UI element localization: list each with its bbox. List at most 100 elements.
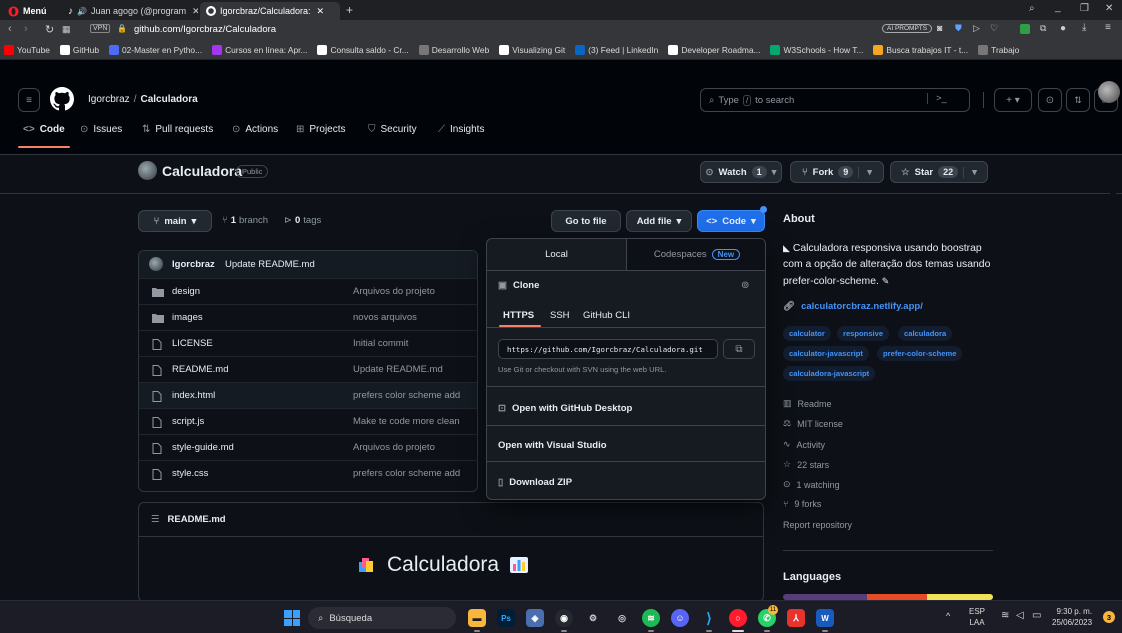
commit-author[interactable]: Igorcbraz: [172, 259, 215, 270]
bookmark-item[interactable]: W3Schools - How T...: [770, 44, 863, 55]
scrollbar-track[interactable]: [1110, 160, 1116, 600]
topic-calculadora-javascript[interactable]: calculadora-javascript: [783, 366, 876, 381]
owner-avatar[interactable]: [138, 161, 157, 180]
pull-requests-icon[interactable]: ⇅: [1066, 88, 1090, 112]
bookmark-item[interactable]: (3) Feed | LinkedIn: [575, 44, 658, 55]
list-icon[interactable]: ☰: [151, 514, 160, 525]
activity-link[interactable]: ∿ Activity: [783, 439, 825, 450]
report-link[interactable]: Report repository: [783, 520, 852, 530]
opera-icon[interactable]: ○: [729, 609, 747, 627]
browser-tab-juan[interactable]: ♪ 🔊 Juan agogo (@program ✕: [62, 2, 198, 20]
clone-url-input[interactable]: https://github.com/Igorcbraz/Calculadora…: [498, 339, 718, 359]
open-visual-studio-item[interactable]: Open with Visual Studio: [498, 440, 607, 451]
user-avatar[interactable]: [1098, 81, 1120, 103]
battery-icon[interactable]: ▭: [1032, 610, 1041, 621]
owner-link[interactable]: Igorcbraz: [88, 94, 130, 105]
tab-security[interactable]: ⛉ Security: [368, 124, 417, 135]
pycharm-icon[interactable]: ◈: [526, 609, 544, 627]
download-icon[interactable]: ⤓: [1082, 22, 1086, 33]
tab-actions[interactable]: ⊙ Actions: [232, 124, 278, 135]
license-link[interactable]: ⚖︎ MIT license: [783, 418, 843, 429]
file-explorer-icon[interactable]: ▬: [468, 609, 486, 627]
create-new-button[interactable]: + ▾: [994, 88, 1032, 112]
reload-icon[interactable]: ↻: [45, 23, 54, 36]
file-row[interactable]: style-guide.md Arquivos do projeto: [139, 434, 477, 460]
shield-icon[interactable]: ⛊: [955, 23, 962, 34]
protocol-github-cli[interactable]: GitHub CLI: [583, 310, 630, 321]
easy-setup-icon[interactable]: ≡: [1105, 22, 1111, 33]
stars-link[interactable]: ☆ 22 stars: [783, 459, 829, 470]
tab-projects[interactable]: ⊞ Projects: [296, 124, 346, 135]
speed-dial-icon[interactable]: ▦: [62, 24, 71, 35]
fork-button[interactable]: ⑂ Fork 9 ▾: [790, 161, 884, 183]
bookmark-item[interactable]: Cursos en línea: Apr...: [212, 44, 307, 55]
puzzle-icon[interactable]: ⧉: [1040, 23, 1046, 34]
file-name[interactable]: script.js: [172, 416, 204, 427]
website-link[interactable]: 🔗︎ calculatorcbraz.netlify.app/: [783, 301, 923, 312]
topic-calculator[interactable]: calculator: [783, 326, 831, 341]
new-tab-icon[interactable]: +: [346, 3, 353, 17]
browser-tab-github[interactable]: Igorcbraz/Calculadora: ✕: [200, 2, 340, 20]
extension-icon[interactable]: [1020, 24, 1030, 34]
commit-message[interactable]: prefers color scheme add: [353, 468, 460, 479]
repo-title[interactable]: Calculadora: [162, 163, 242, 179]
protocol-https[interactable]: HTTPS: [503, 310, 534, 321]
search-input[interactable]: ⌕ Type / to search >_: [700, 88, 970, 112]
file-row[interactable]: index.html prefers color scheme add: [139, 382, 477, 408]
bookmark-item[interactable]: Desarrollo Web: [418, 44, 489, 55]
forks-link[interactable]: ⑂ 9 forks: [783, 499, 821, 509]
file-row[interactable]: script.js Make te code more clean: [139, 408, 477, 434]
close-icon[interactable]: ✕: [317, 6, 325, 17]
clock[interactable]: 9:30 p. m. 25/06/2023: [1052, 606, 1092, 628]
file-name[interactable]: README.md: [172, 364, 228, 375]
file-row[interactable]: style.css prefers color scheme add: [139, 460, 477, 486]
photoshop-icon[interactable]: Ps: [497, 609, 515, 627]
file-row[interactable]: design Arquivos do projeto: [139, 278, 477, 304]
tab-pull-requests[interactable]: ⇅ Pull requests: [142, 124, 213, 135]
file-name[interactable]: images: [172, 312, 203, 323]
topic-responsive[interactable]: responsive: [837, 326, 890, 341]
acrobat-icon[interactable]: ⅄: [787, 609, 805, 627]
camera-icon[interactable]: ◙: [937, 23, 942, 33]
topic-prefer-color-scheme[interactable]: prefer-color-scheme: [877, 346, 963, 361]
bookmark-item[interactable]: GitHub: [59, 44, 99, 55]
commit-message[interactable]: Arquivos do projeto: [353, 442, 435, 453]
window-close-icon[interactable]: ✕: [1105, 3, 1113, 14]
topic-calculadora[interactable]: calculadora: [898, 326, 953, 341]
bookmark-item[interactable]: YouTube: [4, 44, 50, 55]
chrome-icon[interactable]: ◎: [613, 609, 631, 627]
opera-menu-button[interactable]: Menú: [2, 2, 53, 20]
bookmark-item[interactable]: Busca trabajos IT - t...: [873, 44, 968, 55]
commit-message[interactable]: prefers color scheme add: [353, 390, 460, 401]
bookmark-item[interactable]: Trabajo: [978, 44, 1019, 55]
chevron-up-icon[interactable]: ^: [946, 611, 950, 621]
commit-message[interactable]: Initial commit: [353, 338, 408, 349]
github-logo-icon[interactable]: [50, 87, 74, 111]
commit-message[interactable]: Update README.md: [353, 364, 443, 375]
commit-message[interactable]: novos arquivos: [353, 312, 417, 323]
tab-code[interactable]: <> Code: [23, 124, 65, 135]
repo-link[interactable]: Calculadora: [140, 94, 197, 105]
minimize-icon[interactable]: _: [1055, 2, 1061, 13]
tab-issues[interactable]: ⊙ Issues: [80, 124, 122, 135]
file-name[interactable]: style-guide.md: [172, 442, 234, 453]
download-zip-item[interactable]: ▯ Download ZIP: [498, 477, 572, 488]
send-icon[interactable]: ▷: [973, 23, 980, 34]
file-row[interactable]: images novos arquivos: [139, 304, 477, 330]
github-desktop-icon[interactable]: ◉: [555, 609, 573, 627]
taskbar-search[interactable]: ⌕ Búsqueda: [308, 607, 456, 629]
tab-codespaces[interactable]: Codespaces New: [626, 239, 765, 271]
add-file-button[interactable]: Add file ▾: [626, 210, 692, 232]
commit-author-avatar[interactable]: [149, 257, 163, 271]
open-desktop-item[interactable]: ⊡ Open with GitHub Desktop: [498, 403, 632, 414]
vscode-icon[interactable]: ⟩: [700, 609, 718, 627]
spotify-icon[interactable]: ≋: [642, 609, 660, 627]
url-input[interactable]: github.com/Igorcbraz/Calculadora: [134, 24, 276, 35]
file-name[interactable]: style.css: [172, 468, 208, 479]
profile-icon[interactable]: ●: [1060, 23, 1066, 34]
file-row[interactable]: LICENSE Initial commit: [139, 330, 477, 356]
heart-icon[interactable]: ♡: [990, 23, 998, 34]
tab-insights[interactable]: ⟋ Insights: [438, 124, 484, 135]
issues-icon[interactable]: ⊙: [1038, 88, 1062, 112]
bookmark-item[interactable]: 02-Master en Pytho...: [109, 44, 202, 55]
